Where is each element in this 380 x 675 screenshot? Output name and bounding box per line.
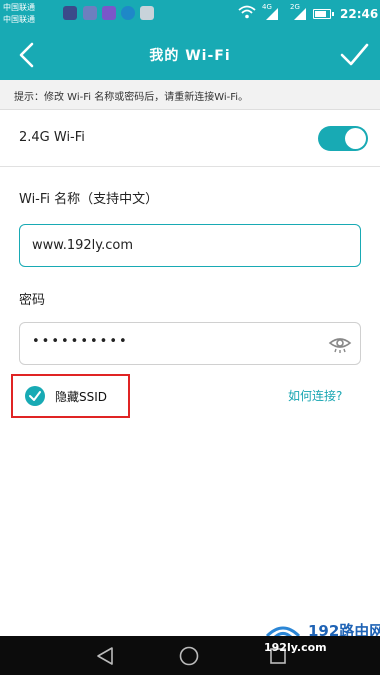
nav-home-icon[interactable] xyxy=(178,645,200,667)
how-to-connect-link[interactable]: 如何连接? xyxy=(288,387,342,404)
battery-icon xyxy=(313,9,334,19)
password-input[interactable]: •••••••••• xyxy=(19,322,361,365)
status-bar: 中国联通 中国联通 4G 2G 22:46 xyxy=(0,0,380,30)
carrier-name: 中国联通 xyxy=(3,3,35,12)
carrier-name-secondary: 中国联通 xyxy=(3,15,35,24)
wifi-name-input[interactable]: www.192ly.com xyxy=(19,224,361,267)
confirm-button[interactable] xyxy=(338,39,370,71)
nav-back-icon[interactable] xyxy=(94,645,116,667)
wifi-name-value: www.192ly.com xyxy=(32,238,133,253)
watermark-url: 192ly.com xyxy=(264,641,327,654)
checkmark-icon xyxy=(340,43,369,66)
hide-ssid-label[interactable]: 隐藏SSID xyxy=(55,388,107,405)
app-header: 我的 Wi-Fi xyxy=(0,30,380,80)
notification-app-icon xyxy=(121,6,135,20)
notification-app-icon xyxy=(102,6,116,20)
notification-app-icon xyxy=(83,6,97,20)
password-value: •••••••••• xyxy=(32,334,129,349)
toggle-knob xyxy=(345,128,366,149)
divider xyxy=(0,166,380,167)
notification-app-icon xyxy=(63,6,77,20)
check-icon xyxy=(29,391,41,401)
wifi-toggle-label: 2.4G Wi-Fi xyxy=(19,130,85,145)
wifi-toggle-switch[interactable] xyxy=(318,126,368,151)
clock: 22:46 xyxy=(340,7,379,21)
eye-hidden-icon[interactable] xyxy=(328,334,352,354)
wifi-name-label: Wi-Fi 名称（支持中文） xyxy=(19,192,159,207)
page-title: 我的 Wi-Fi xyxy=(149,48,231,64)
tip-text: 提示：修改 Wi-Fi 名称或密码后，请重新连接Wi-Fi。 xyxy=(14,92,249,103)
cell-signal-icon xyxy=(266,8,278,20)
tip-banner: 提示：修改 Wi-Fi 名称或密码后，请重新连接Wi-Fi。 xyxy=(0,80,380,110)
hide-ssid-checkbox[interactable] xyxy=(25,386,45,406)
notification-app-icon xyxy=(140,6,154,20)
cell-signal-icon-secondary xyxy=(294,8,306,20)
wifi-signal-icon xyxy=(238,5,256,19)
password-label: 密码 xyxy=(19,293,46,308)
hide-ssid-highlight: 隐藏SSID xyxy=(11,374,130,418)
